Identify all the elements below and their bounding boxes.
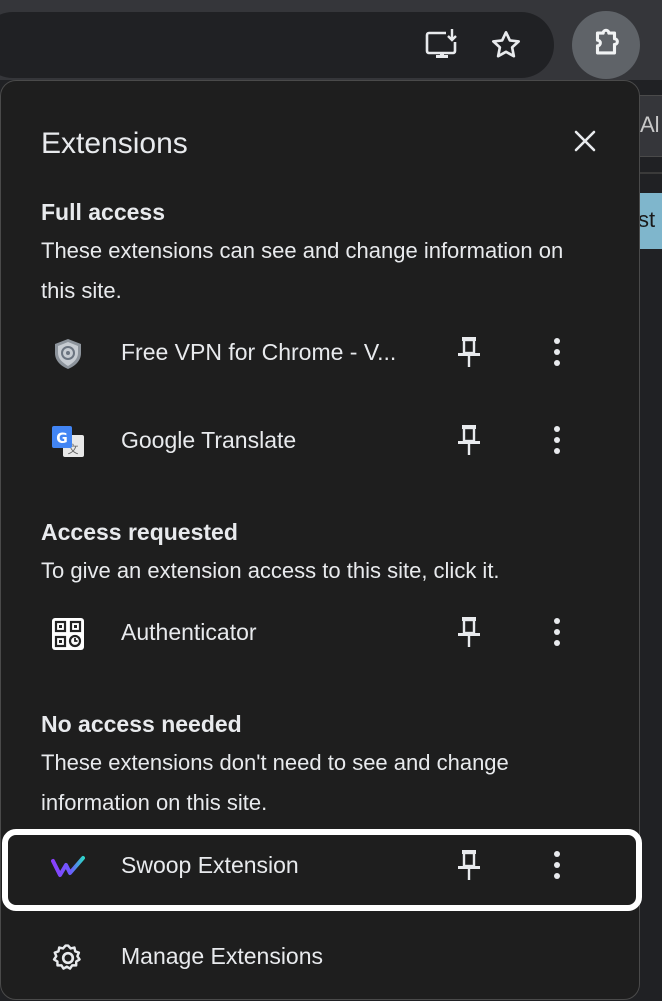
pin-icon — [457, 423, 481, 462]
extension-name: Google Translate — [121, 427, 297, 453]
extension-name: Free VPN for Chrome - V... — [121, 339, 397, 365]
address-bar[interactable] — [0, 12, 554, 78]
browser-window: Al st Extensions Full access These exten… — [0, 0, 662, 1001]
swoop-logo-icon — [51, 850, 85, 884]
extension-row-swoop[interactable]: Swoop Extension — [1, 826, 639, 906]
panel-title: Extensions — [41, 127, 188, 160]
star-icon[interactable] — [490, 29, 522, 61]
translate-icon: 文 G — [51, 425, 85, 459]
extension-row-vpn[interactable]: Free VPN for Chrome - V... — [1, 313, 639, 393]
qr-code-icon — [51, 617, 85, 651]
page-divider — [638, 172, 662, 174]
pin-icon — [457, 335, 481, 374]
section-heading-access-requested: Access requested — [41, 519, 238, 545]
more-vertical-icon — [553, 850, 561, 885]
section-description-access-requested: To give an extension access to this site… — [41, 558, 500, 583]
section-heading-full-access: Full access — [41, 199, 166, 225]
page-tab-text: Al — [640, 112, 660, 137]
pin-icon — [457, 848, 481, 887]
close-icon — [573, 129, 597, 158]
more-vertical-icon — [553, 337, 561, 372]
more-vertical-icon — [553, 425, 561, 460]
section-description-no-access: These extensions don't need to see and c… — [41, 750, 509, 815]
shield-icon — [51, 337, 85, 371]
pin-button[interactable] — [452, 423, 486, 461]
page-button-text: st — [638, 207, 656, 232]
gear-icon — [51, 941, 85, 975]
extensions-popup: Extensions Full access These extensions … — [0, 80, 640, 1000]
browser-toolbar — [0, 0, 662, 80]
extension-row-translate[interactable]: 文 G Google Translate — [1, 401, 639, 481]
more-options-button[interactable] — [543, 848, 571, 886]
pin-button[interactable] — [452, 848, 486, 886]
svg-text:G: G — [56, 431, 68, 447]
extension-name: Authenticator — [121, 619, 257, 645]
more-options-button[interactable] — [543, 335, 571, 373]
more-options-button[interactable] — [543, 615, 571, 653]
more-vertical-icon — [553, 617, 561, 652]
section-description-full-access: These extensions can see and change info… — [41, 238, 564, 303]
pin-button[interactable] — [452, 335, 486, 373]
install-app-icon[interactable] — [424, 28, 460, 62]
manage-extensions-row[interactable]: Manage Extensions — [1, 917, 639, 997]
more-options-button[interactable] — [543, 423, 571, 461]
extension-name: Swoop Extension — [121, 852, 299, 878]
puzzle-icon — [589, 26, 623, 65]
pin-icon — [457, 615, 481, 654]
close-button[interactable] — [567, 125, 603, 161]
extension-row-authenticator[interactable]: Authenticator — [1, 593, 639, 673]
extensions-menu-button[interactable] — [572, 11, 640, 79]
manage-extensions-label: Manage Extensions — [121, 943, 324, 969]
section-heading-no-access: No access needed — [41, 711, 242, 737]
pin-button[interactable] — [452, 615, 486, 653]
